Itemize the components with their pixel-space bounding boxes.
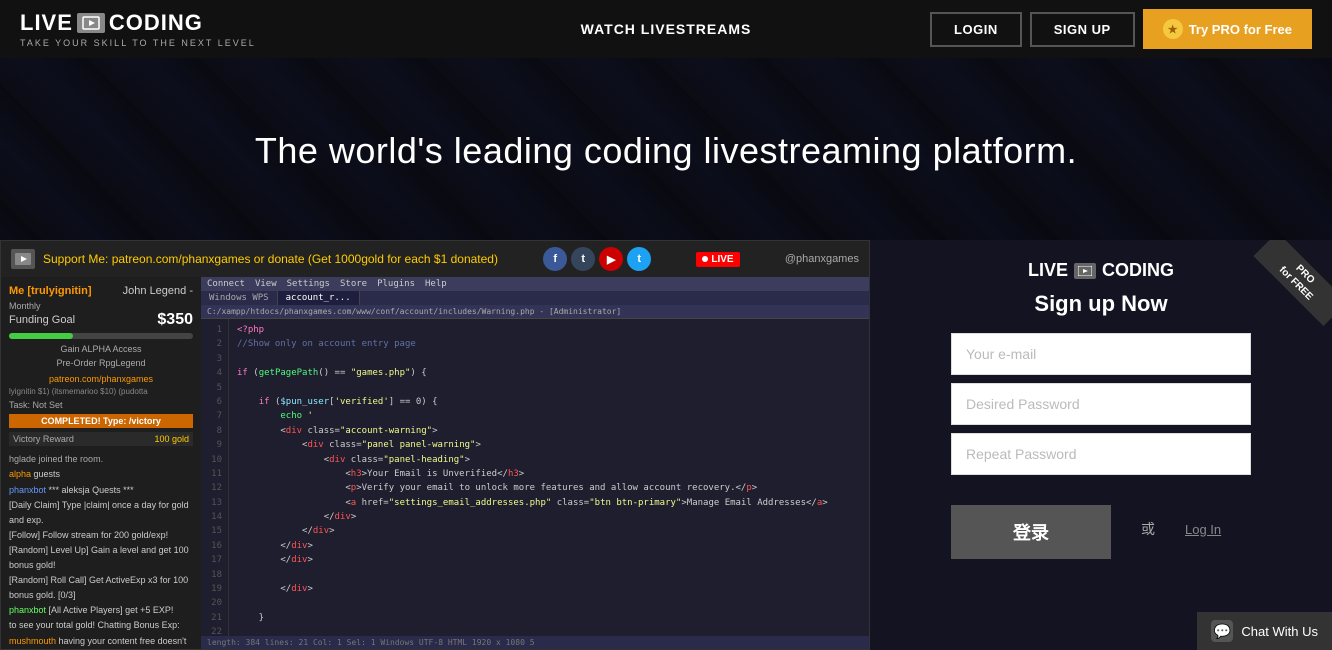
subscribers: lyignitin $1) (itsmemarioo $10) (pudotta <box>9 387 193 396</box>
twitter-icon[interactable]: t <box>627 247 651 271</box>
login-link[interactable]: Log In <box>1185 522 1221 537</box>
toolbar-item[interactable]: Help <box>425 279 447 289</box>
stream-topbar-left: Support Me: patreon.com/phanxgames or do… <box>11 249 498 269</box>
tag1: Gain ALPHA Access <box>9 343 193 357</box>
chat-line: [Follow] Follow stream for 200 gold/exp! <box>9 528 193 542</box>
youtube-icon[interactable]: ▶ <box>599 247 623 271</box>
code-editor: Connect View Settings Store Plugins Help… <box>201 277 869 649</box>
chat-entries: hglade joined the room. alpha guests pha… <box>9 452 193 649</box>
header: LIVE CODING TAKE YOUR SKILL TO THE NEXT … <box>0 0 1332 58</box>
chat-bubble-icon: 💬 <box>1211 620 1233 642</box>
stream-icon <box>11 249 35 269</box>
stream-user-info: Me [trulyignitin] John Legend - <box>9 285 193 297</box>
stream-left-sidebar: Me [trulyignitin] John Legend - Monthly … <box>1 277 201 649</box>
logo-live: LIVE <box>20 10 73 36</box>
toolbar-item[interactable]: View <box>255 279 277 289</box>
chat-line: [Random] Roll Call] Get ActiveExp x3 for… <box>9 573 193 602</box>
tumblr-icon[interactable]: t <box>571 247 595 271</box>
chat-line: mushmouth having your content free doesn… <box>9 634 193 649</box>
logo-tagline: TAKE YOUR SKILL TO THE NEXT LEVEL <box>20 38 256 48</box>
live-text: LIVE <box>711 254 733 265</box>
pro-label: Try PRO for Free <box>1189 22 1292 37</box>
toolbar-item[interactable]: Settings <box>287 279 330 289</box>
signup-submit-button[interactable]: 登录 <box>951 505 1111 559</box>
email-input[interactable] <box>951 333 1251 375</box>
live-badge: LIVE <box>696 252 739 267</box>
pro-coin-icon: ★ <box>1163 19 1183 39</box>
signup-title: Sign up Now <box>1034 291 1167 317</box>
signup-logo-icon <box>1074 263 1096 279</box>
stream-handle: @phanxgames <box>785 253 859 265</box>
toolbar-item[interactable]: Plugins <box>377 279 415 289</box>
code-editor-area: Connect View Settings Store Plugins Help… <box>201 277 869 649</box>
victory-gold: 100 gold <box>154 434 189 444</box>
completed-bar: COMPLETED! Type: /victory <box>9 414 193 428</box>
code-toolbar: Connect View Settings Store Plugins Help <box>201 277 869 291</box>
stream-content: Me [trulyignitin] John Legend - Monthly … <box>1 277 869 649</box>
chat-line: hglade joined the room. <box>9 452 193 466</box>
funding-amount: $350 <box>157 311 193 329</box>
task-label: Task: Not Set <box>9 400 193 410</box>
repeat-password-input[interactable] <box>951 433 1251 475</box>
chat-line: alpha guests <box>9 467 193 481</box>
header-right: LOGIN SIGN UP ★ Try PRO for Free <box>930 9 1312 49</box>
code-tab-active[interactable]: account_r... <box>278 291 360 305</box>
funding-goal-row: Funding Goal $350 <box>9 311 193 329</box>
signup-logo-coding: CODING <box>1102 260 1174 281</box>
password-input[interactable] <box>951 383 1251 425</box>
code-lines: <?php //Show only on account entry page … <box>229 319 869 636</box>
stream-topbar: Support Me: patreon.com/phanxgames or do… <box>1 241 869 277</box>
logo-coding: CODING <box>109 10 203 36</box>
code-tabs: Windows WPS account_r... <box>201 291 869 305</box>
hero-text: The world's leading coding livestreaming… <box>0 130 1332 172</box>
line-numbers: 123456789101112131415161718192021222324 <box>201 319 229 636</box>
pro-ribbon-text: PRO for FREE <box>1254 240 1332 326</box>
logo-area: LIVE CODING TAKE YOUR SKILL TO THE NEXT … <box>20 10 256 48</box>
nav-watch-livestreams[interactable]: WATCH LIVESTREAMS <box>581 21 752 37</box>
live-dot <box>702 256 708 262</box>
chat-line: [Daily Claim] Type |claim| once a day fo… <box>9 498 193 527</box>
funding-goal-text: Funding Goal <box>9 314 75 326</box>
signup-or-text: 或 <box>1141 519 1155 539</box>
login-button[interactable]: LOGIN <box>930 12 1022 47</box>
chat-line: phanxbot *** aleksja Quests *** <box>9 483 193 497</box>
signup-logo-live: LIVE <box>1028 260 1068 281</box>
tag2: Pre-Order RpgLegend <box>9 357 193 371</box>
logo-icon <box>77 13 105 33</box>
stream-username: Me [trulyignitin] <box>9 285 92 297</box>
stream-partner: John Legend - <box>123 285 193 297</box>
pro-button[interactable]: ★ Try PRO for Free <box>1143 9 1312 49</box>
funding-bar-background <box>9 333 193 339</box>
toolbar-item[interactable]: Connect <box>207 279 245 289</box>
code-body: 123456789101112131415161718192021222324 … <box>201 319 869 636</box>
chat-line: phanxbot [All Active Players] get +5 EXP… <box>9 603 193 617</box>
funding-bar-fill <box>9 333 73 339</box>
signup-button[interactable]: SIGN UP <box>1030 12 1135 47</box>
code-path: C:/xampp/htdocs/phanxgames.com/www/conf/… <box>201 305 869 319</box>
social-icons: f t ▶ t <box>543 247 651 271</box>
support-text: Support Me: patreon.com/phanxgames or do… <box>43 252 498 266</box>
statusbar-info: length: 384 lines: 21 Col: 1 Sel: 1 Wind… <box>207 638 535 647</box>
code-tab[interactable]: Windows WPS <box>201 291 278 305</box>
signup-panel: PRO for FREE LIVE CODING Sign up Now 登录 … <box>870 240 1332 650</box>
chat-line: [Random] Level Up] Gain a level and get … <box>9 543 193 572</box>
logo-main: LIVE CODING <box>20 10 256 36</box>
signup-footer: 登录 或 Log In <box>951 499 1251 559</box>
code-statusbar: length: 384 lines: 21 Col: 1 Sel: 1 Wind… <box>201 636 869 649</box>
chat-line: to see your total gold! Chatting Bonus E… <box>9 618 193 632</box>
toolbar-item[interactable]: Store <box>340 279 367 289</box>
chat-widget[interactable]: 💬 Chat With Us <box>1197 612 1332 650</box>
facebook-icon[interactable]: f <box>543 247 567 271</box>
stream-tags: Gain ALPHA Access Pre-Order RpgLegend <box>9 343 193 370</box>
patreon-link[interactable]: patreon.com/phanxgames <box>9 374 193 384</box>
victory-row: Victory Reward 100 gold <box>9 432 193 446</box>
stream-panel: Support Me: patreon.com/phanxgames or do… <box>0 240 870 650</box>
chat-widget-label: Chat With Us <box>1241 624 1318 639</box>
content-area: Support Me: patreon.com/phanxgames or do… <box>0 240 1332 650</box>
signup-logo: LIVE CODING <box>1028 260 1174 281</box>
victory-label: Victory Reward <box>13 434 74 444</box>
funding-label: Monthly <box>9 301 193 311</box>
pro-ribbon: PRO for FREE <box>1242 240 1332 330</box>
